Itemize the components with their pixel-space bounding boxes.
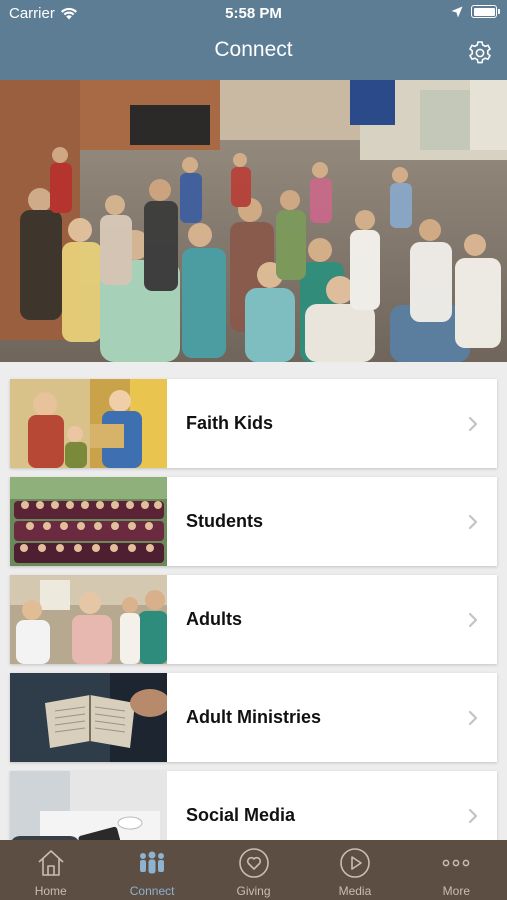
page-title: Connect [214, 38, 293, 61]
students-thumbnail [10, 477, 167, 566]
header: Carrier 5:58 PM Connect [0, 0, 507, 80]
chevron-right-icon [468, 416, 478, 431]
list-item-label: Faith Kids [186, 413, 274, 433]
tab-label: Giving [236, 884, 271, 898]
clock: 5:58 PM [225, 5, 282, 22]
status-indicators [451, 5, 500, 18]
list-item-students[interactable]: Students [10, 477, 497, 566]
list-item-label: Students [186, 511, 264, 531]
tab-more[interactable]: More [406, 840, 507, 900]
list-item-social-media[interactable]: Social Media [10, 771, 497, 840]
chevron-right-icon [468, 808, 478, 823]
tab-bar: Home Connect Giving Media More [0, 840, 507, 900]
list-item-adult-ministries[interactable]: Adult Ministries [10, 673, 497, 762]
status-bar: Carrier 5:58 PM [0, 0, 507, 28]
chevron-right-icon [468, 612, 478, 627]
tab-connect[interactable]: Connect [101, 840, 202, 900]
list-item-faith-kids[interactable]: Faith Kids [10, 379, 497, 468]
hero-photo-crowd [0, 80, 507, 362]
adults-thumbnail [10, 575, 167, 664]
location-arrow-icon [451, 6, 463, 17]
tab-label: Connect [129, 884, 175, 898]
play-icon [340, 848, 370, 878]
tab-media[interactable]: Media [304, 840, 405, 900]
people-icon [140, 851, 165, 874]
connect-list: Faith Kids Students Adults Adult Ministr… [0, 362, 507, 840]
tab-home[interactable]: Home [0, 840, 101, 900]
gear-icon[interactable] [467, 40, 493, 66]
heart-icon [238, 848, 269, 878]
faith-kids-thumbnail [10, 379, 167, 468]
tab-label: Media [338, 884, 372, 898]
chevron-right-icon [468, 514, 478, 529]
tab-label: More [442, 884, 470, 898]
list-item-label: Adult Ministries [186, 707, 322, 727]
list-item-adults[interactable]: Adults [10, 575, 497, 664]
tab-giving[interactable]: Giving [203, 840, 304, 900]
more-dots-icon [442, 859, 470, 867]
chevron-right-icon [468, 710, 478, 725]
hero-image [0, 80, 507, 362]
list-item-label: Social Media [186, 805, 296, 825]
house-icon [38, 850, 64, 876]
social-media-thumbnail [10, 771, 167, 840]
list-item-label: Adults [186, 609, 242, 629]
tab-label: Home [34, 884, 67, 898]
battery-icon [471, 5, 500, 18]
adult-ministries-thumbnail [10, 673, 167, 762]
